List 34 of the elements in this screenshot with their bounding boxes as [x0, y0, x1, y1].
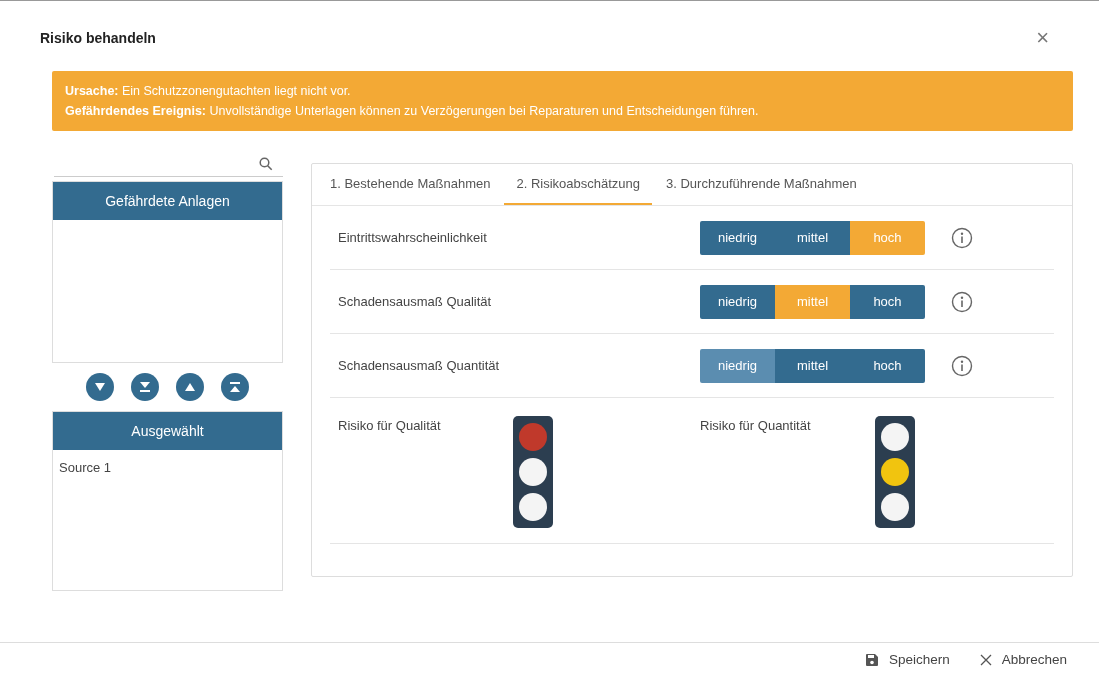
close-icon [979, 654, 992, 666]
rating-option[interactable]: hoch [850, 348, 925, 383]
rating-option[interactable]: mittel [775, 348, 850, 383]
save-icon [864, 653, 879, 667]
info-icon[interactable] [951, 354, 973, 377]
info-icon[interactable] [951, 226, 973, 249]
rating-option[interactable]: niedrig [700, 284, 775, 319]
risk-label: Risiko für Quantität [699, 417, 812, 435]
list-item[interactable]: Source 1 [53, 450, 282, 486]
save-button[interactable]: Speichern [864, 649, 950, 671]
dialog-title: Risiko behandeln [40, 28, 156, 48]
move-button[interactable] [221, 373, 249, 401]
cancel-button[interactable]: Abbrechen [979, 649, 1067, 671]
rating-label: Schadensausmaß Quantität [337, 356, 501, 375]
rating-option[interactable]: niedrig [700, 220, 775, 255]
rating-option[interactable]: hoch [850, 284, 925, 319]
rating-option[interactable]: niedrig [700, 348, 775, 383]
list-header: Ausgewählt [53, 412, 282, 450]
move-button[interactable] [176, 373, 204, 401]
tab[interactable]: 1. Bestehende Maßnahmen [318, 164, 503, 205]
tab[interactable]: 3. Durchzuführende Maßnahmen [654, 164, 869, 205]
rating-label: Eintrittswahrscheinlichkeit [337, 228, 488, 247]
info-icon[interactable] [951, 290, 973, 313]
move-button[interactable] [131, 373, 159, 401]
rating-option[interactable]: mittel [775, 220, 850, 255]
search-icon [259, 156, 273, 171]
banner-text: Ursache: Ein Schutzzonengutachten liegt nicht vor. [65, 83, 352, 100]
banner-text: Gefährdendes Ereignis: Unvollständige Unterlagen können zu Verzögerungen bei Reparaturen und Entscheidungen führen. [65, 103, 760, 120]
tab[interactable]: 2. Risikoabschätzung [504, 164, 652, 205]
rating-label: Schadensausmaß Qualität [337, 292, 493, 311]
move-button[interactable] [86, 373, 114, 401]
risk-label: Risiko für Qualität [337, 417, 442, 435]
close-button[interactable]: × [1036, 27, 1049, 49]
list-header: Gefährdete Anlagen [53, 182, 282, 220]
